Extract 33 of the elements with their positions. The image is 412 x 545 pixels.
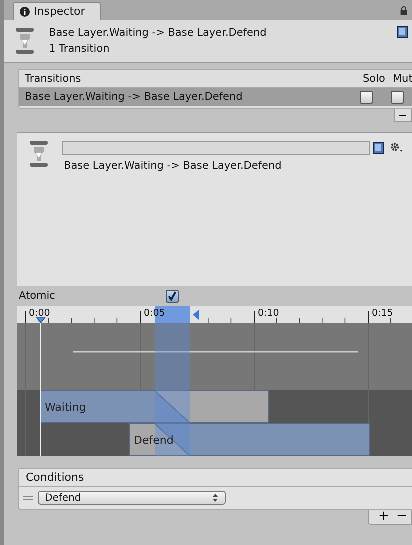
column-header: Solo: [363, 72, 386, 84]
transition-name: Base Layer.Waiting -> Base Layer.Defend: [24, 91, 244, 103]
transition-title: Base Layer.Waiting -> Base Layer.Defend: [49, 27, 267, 39]
transition-name: Base Layer.Waiting -> Base Layer.Defend: [63, 160, 283, 172]
info-icon: [20, 6, 30, 16]
time-label: 0:10: [258, 308, 280, 319]
drag-handle-icon[interactable]: [23, 496, 33, 500]
atomic-checkbox[interactable]: [166, 290, 180, 302]
transition-icon: [30, 141, 48, 167]
dropdown-value: Defend: [45, 492, 82, 504]
transition-icon: [16, 28, 34, 54]
settings-icon[interactable]: [390, 142, 404, 154]
parameter-dropdown[interactable]: Defend: [38, 491, 226, 505]
transition-count: 1 Transition: [49, 43, 111, 55]
lock-icon[interactable]: [400, 6, 408, 16]
inspector-tab[interactable]: Inspector: [13, 2, 101, 20]
state-name: Waiting: [45, 401, 86, 414]
solo-checkbox[interactable]: [360, 90, 373, 104]
list-title: Transitions: [24, 72, 82, 84]
mute-checkbox[interactable]: [391, 90, 404, 104]
end-handle-icon[interactable]: [193, 310, 199, 320]
playhead-handle-icon[interactable]: [36, 318, 46, 324]
dropdown-arrows-icon: [213, 494, 218, 502]
state-name: Defend: [134, 434, 174, 447]
list-title: Conditions: [26, 471, 84, 484]
add-button[interactable]: +: [375, 510, 393, 524]
name-field[interactable]: [62, 141, 370, 155]
atomic-label: Atomic: [19, 290, 56, 302]
remove-button[interactable]: −: [393, 510, 411, 524]
transition-row[interactable]: Base Layer.Waiting -> Base Layer.Defend: [19, 88, 412, 106]
remove-button[interactable]: −: [394, 109, 412, 122]
time-label: 0:15: [372, 308, 394, 319]
time-label: 0:00: [29, 308, 50, 319]
